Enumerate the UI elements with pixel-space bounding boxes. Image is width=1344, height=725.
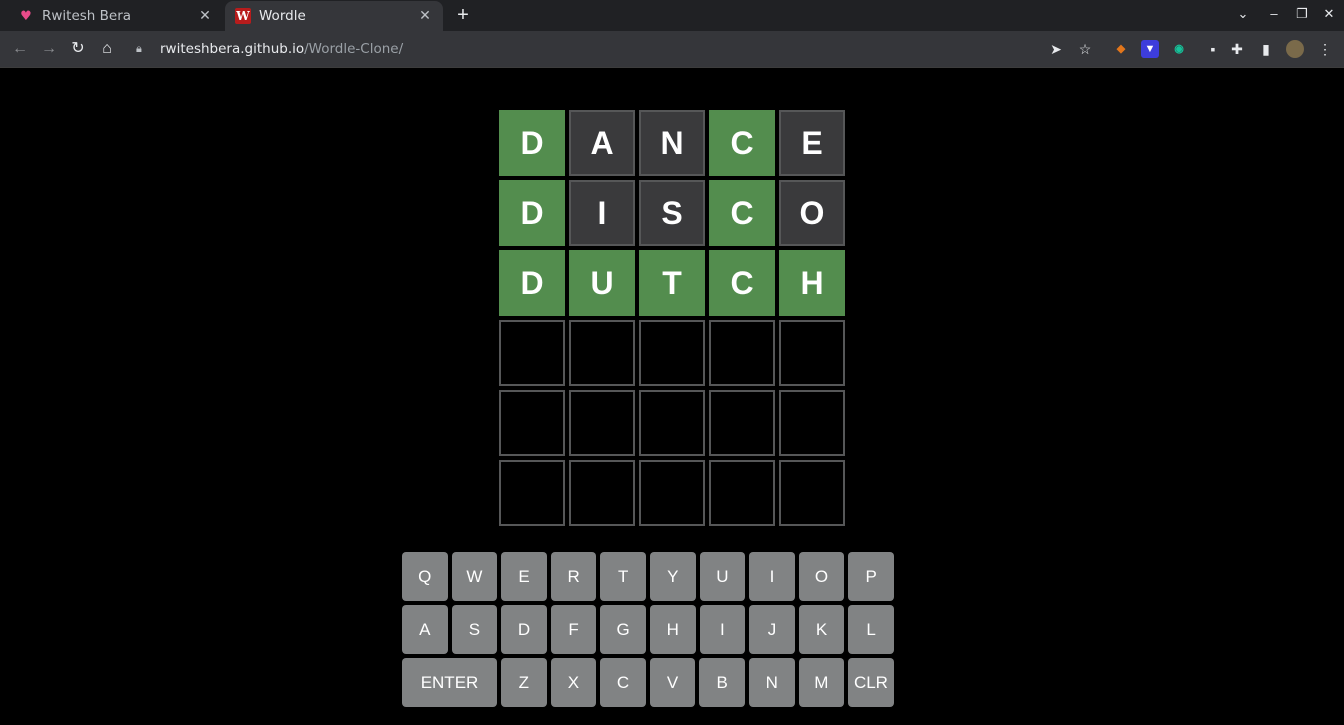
- key-i[interactable]: I: [749, 552, 795, 601]
- board-tile: [779, 460, 845, 526]
- key-b[interactable]: B: [699, 658, 745, 707]
- key-d[interactable]: D: [501, 605, 547, 654]
- send-icon[interactable]: ➤: [1047, 40, 1065, 58]
- browser-toolbar: ← → ↻ ⌂ 🔒︎ rwiteshbera.github.io/Wordle-…: [0, 31, 1344, 68]
- board-tile: C: [709, 180, 775, 246]
- key-n[interactable]: N: [748, 658, 795, 707]
- board-tile: I: [569, 180, 635, 246]
- key-c[interactable]: C: [600, 658, 646, 707]
- key-k[interactable]: K: [798, 605, 845, 654]
- board-tile: E: [779, 110, 845, 176]
- tab-strip: ♥ Rwitesh Bera ✕ W Wordle ✕ + ⌄ – ❐ ✕: [0, 0, 1344, 31]
- board-tile: [779, 320, 845, 386]
- key-p[interactable]: P: [848, 552, 894, 601]
- board-tile: C: [709, 250, 775, 316]
- close-tab-icon[interactable]: ✕: [197, 8, 213, 24]
- key-q[interactable]: Q: [402, 552, 448, 601]
- lock-icon: 🔒︎: [136, 42, 142, 55]
- menu-kebab-icon[interactable]: ⋮: [1316, 40, 1334, 58]
- board-tile: [639, 390, 705, 456]
- key-y[interactable]: Y: [649, 552, 696, 601]
- extension-icon[interactable]: ▪: [1204, 40, 1222, 58]
- board-tile: C: [709, 110, 775, 176]
- tab-search-icon[interactable]: ⌄: [1233, 6, 1253, 22]
- board-tile: U: [569, 250, 635, 316]
- key-m[interactable]: M: [798, 658, 845, 707]
- tab-rwitesh-bera[interactable]: ♥ Rwitesh Bera ✕: [0, 1, 223, 31]
- key-j[interactable]: J: [749, 605, 795, 654]
- board-tile: O: [779, 180, 845, 246]
- onscreen-keyboard: Q W E R T Y U I O P A S D F G H I J K L ENTER Z X C V B N M CLR: [402, 552, 894, 711]
- tab-wordle[interactable]: W Wordle ✕: [225, 1, 443, 31]
- key-f[interactable]: F: [550, 605, 597, 654]
- key-clr[interactable]: CLR: [848, 658, 894, 707]
- key-g[interactable]: G: [600, 605, 646, 654]
- board-tile: A: [569, 110, 635, 176]
- home-icon[interactable]: ⌂: [97, 39, 117, 59]
- board-tile: T: [639, 250, 705, 316]
- keyboard-row: ASDFGHIJKL: [402, 605, 894, 654]
- keyboard-row: QWERTYUIOP: [402, 552, 894, 601]
- tab-title: Wordle: [259, 8, 306, 24]
- side-panel-icon[interactable]: ▮: [1257, 40, 1275, 58]
- close-tab-icon[interactable]: ✕: [417, 8, 433, 24]
- profile-avatar-icon[interactable]: [1286, 40, 1304, 58]
- key-e[interactable]: E: [501, 552, 547, 601]
- address-bar[interactable]: 🔒︎ rwiteshbera.github.io/Wordle-Clone/: [126, 34, 1204, 64]
- key-o[interactable]: O: [798, 552, 845, 601]
- keyboard-row: ENTER Z X C V B N M CLR: [402, 658, 894, 707]
- board-tile: D: [499, 110, 565, 176]
- key-l[interactable]: L: [848, 605, 894, 654]
- board-tile: [709, 320, 775, 386]
- wordle-board: DANCEDISCODUTCH: [499, 110, 847, 526]
- back-icon[interactable]: ←: [10, 39, 30, 59]
- heart-favicon-icon: ♥: [20, 8, 32, 24]
- key-a[interactable]: A: [402, 605, 448, 654]
- url-host: rwiteshbera.github.io: [160, 41, 305, 57]
- minimize-icon[interactable]: –: [1264, 6, 1284, 21]
- board-tile: [639, 460, 705, 526]
- key-r[interactable]: R: [550, 552, 597, 601]
- board-tile: D: [499, 250, 565, 316]
- key-u[interactable]: U: [699, 552, 746, 601]
- url-path: /Wordle-Clone/: [304, 41, 404, 57]
- key-t[interactable]: T: [600, 552, 646, 601]
- board-tile: H: [779, 250, 845, 316]
- board-tile: N: [639, 110, 705, 176]
- close-window-icon[interactable]: ✕: [1319, 6, 1339, 22]
- board-tile: [499, 320, 565, 386]
- key-s[interactable]: S: [451, 605, 498, 654]
- board-tile: [709, 390, 775, 456]
- new-tab-icon[interactable]: +: [452, 4, 474, 27]
- board-tile: [569, 390, 635, 456]
- key-v[interactable]: V: [649, 658, 696, 707]
- key-x[interactable]: X: [550, 658, 597, 707]
- board-tile: [569, 460, 635, 526]
- board-tile: [499, 390, 565, 456]
- board-tile: [709, 460, 775, 526]
- reload-icon[interactable]: ↻: [68, 39, 88, 59]
- forward-icon[interactable]: →: [39, 39, 59, 59]
- key-z[interactable]: Z: [501, 658, 547, 707]
- tab-title: Rwitesh Bera: [42, 8, 132, 24]
- key-h[interactable]: H: [649, 605, 696, 654]
- key-w[interactable]: W: [451, 552, 498, 601]
- board-tile: D: [499, 180, 565, 246]
- bitwarden-extension-icon[interactable]: ▼: [1141, 40, 1159, 58]
- bookmark-star-icon[interactable]: ☆: [1076, 40, 1094, 58]
- grammarly-extension-icon[interactable]: ◉: [1170, 40, 1188, 58]
- key-i[interactable]: I: [699, 605, 746, 654]
- restore-icon[interactable]: ❐: [1292, 6, 1312, 22]
- extensions-puzzle-icon[interactable]: ✚: [1228, 40, 1246, 58]
- key-enter[interactable]: ENTER: [402, 658, 497, 707]
- board-tile: [499, 460, 565, 526]
- board-tile: [569, 320, 635, 386]
- metamask-extension-icon[interactable]: ◆: [1112, 40, 1130, 58]
- wordle-favicon-icon: W: [235, 8, 251, 24]
- board-tile: [639, 320, 705, 386]
- board-tile: S: [639, 180, 705, 246]
- board-tile: [779, 390, 845, 456]
